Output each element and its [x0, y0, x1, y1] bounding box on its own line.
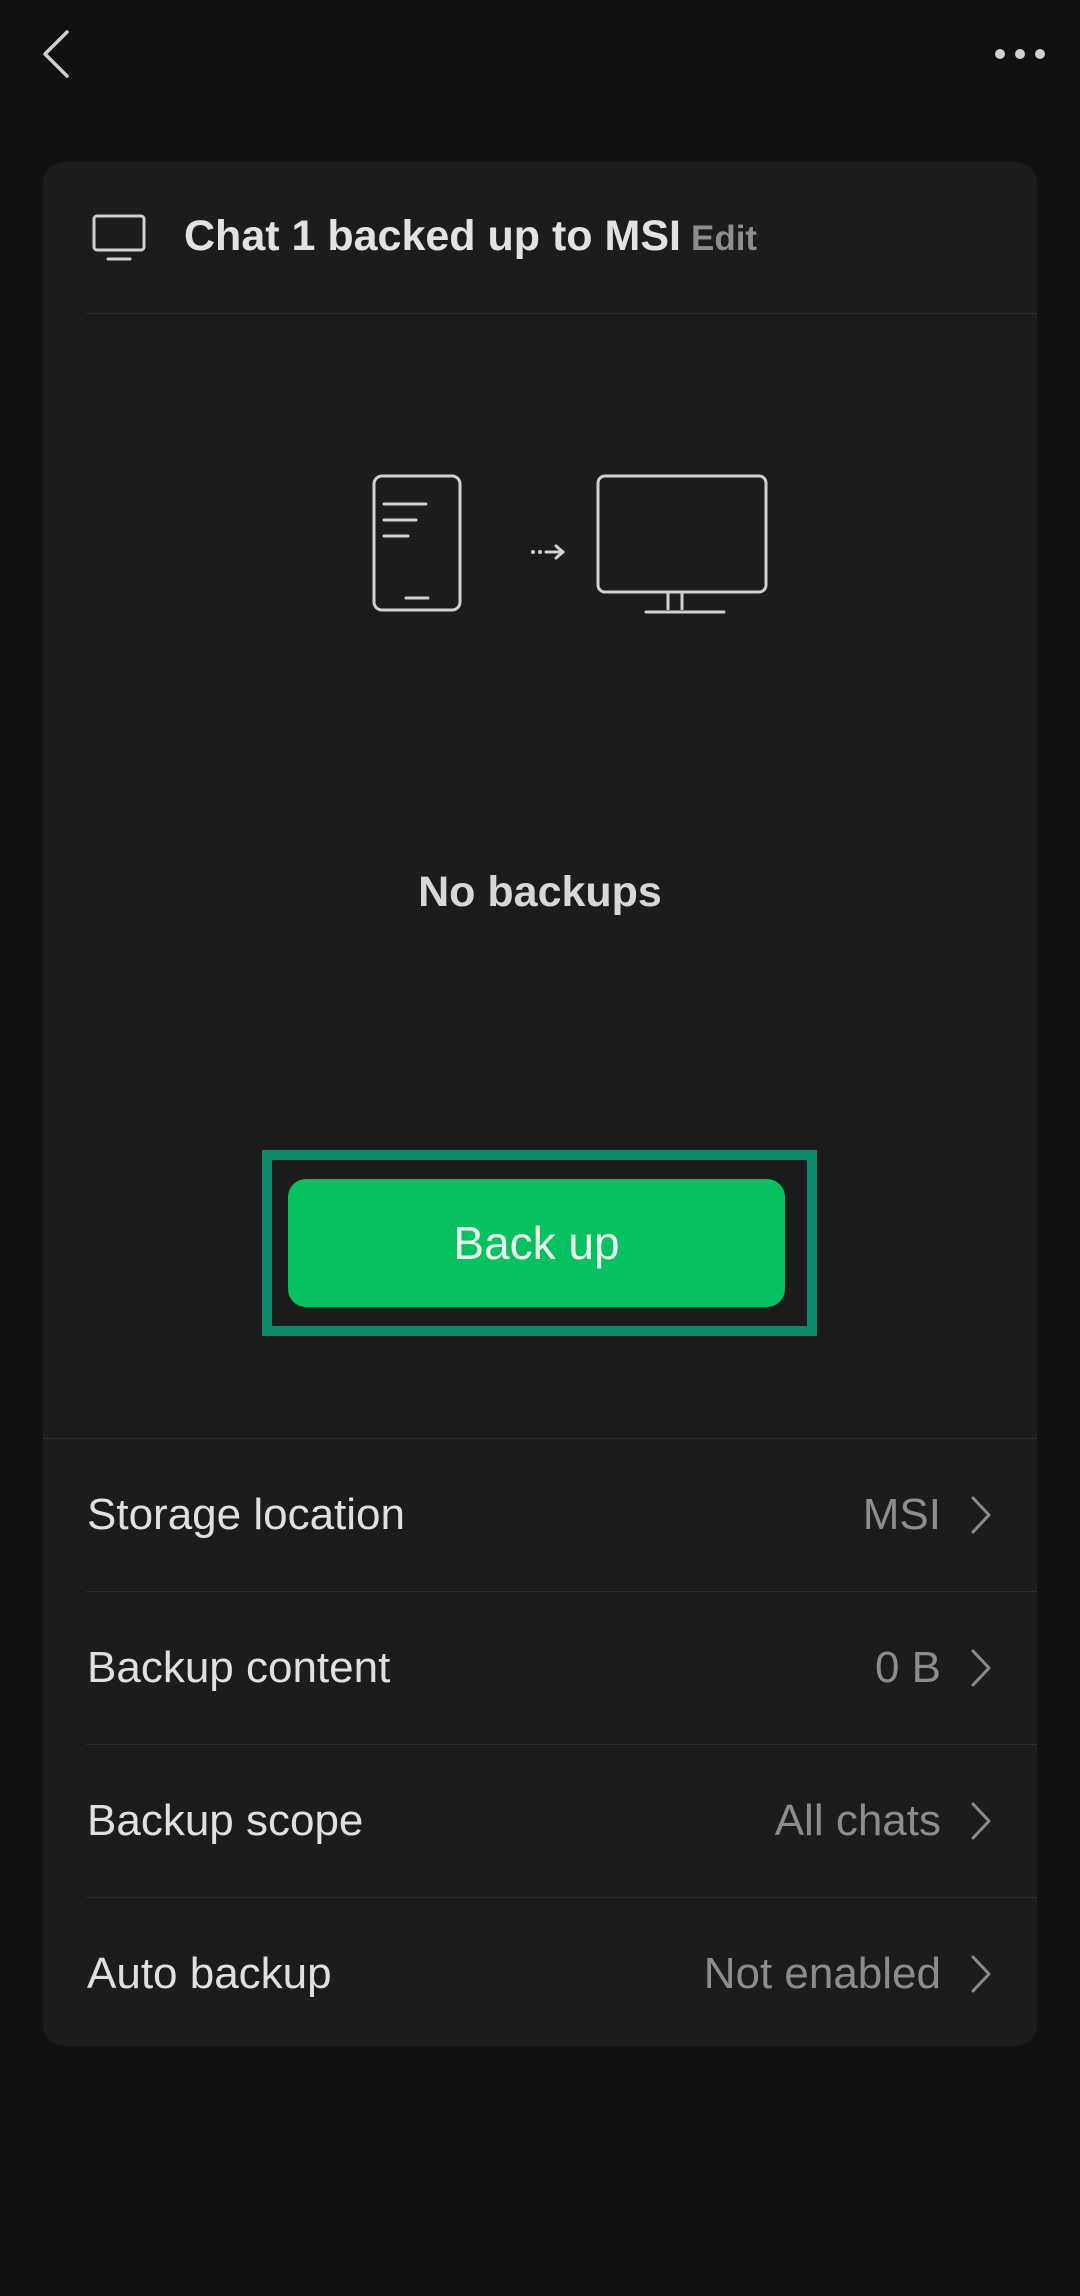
top-bar [0, 0, 1080, 110]
backup-title: Chat 1 backed up to MSI Edit [184, 212, 757, 261]
auto-backup-row[interactable]: Auto backup Not enabled [43, 1898, 1037, 2046]
storage-location-label: Storage location [87, 1490, 405, 1539]
card-header: Chat 1 backed up to MSI Edit [43, 162, 1037, 314]
chevron-right-icon [971, 1496, 991, 1534]
phone-to-computer-illustration [372, 474, 768, 614]
backup-button-frame: Back up [262, 1150, 817, 1336]
backup-title-text: Chat 1 backed up to MSI [184, 212, 681, 260]
backup-content-row[interactable]: Backup content 0 B [43, 1592, 1037, 1744]
storage-location-value: MSI [862, 1490, 941, 1539]
chevron-right-icon [971, 1955, 991, 1993]
arrow-right-icon [531, 544, 565, 560]
storage-location-row[interactable]: Storage location MSI [43, 1439, 1037, 1591]
phone-icon [372, 474, 462, 612]
back-button[interactable] [28, 22, 84, 86]
backup-scope-value: All chats [774, 1796, 941, 1845]
edit-link[interactable]: Edit [691, 219, 757, 258]
backup-scope-row[interactable]: Backup scope All chats [43, 1745, 1037, 1897]
chevron-right-icon [971, 1649, 991, 1687]
monitor-icon [92, 214, 146, 261]
backup-content-value: 0 B [874, 1643, 941, 1692]
backup-screen: Chat 1 backed up to MSI Edit No backups … [0, 0, 1080, 2296]
more-options-button[interactable] [988, 28, 1052, 80]
backup-scope-label: Backup scope [87, 1796, 364, 1845]
auto-backup-label: Auto backup [87, 1949, 332, 1998]
back-up-button[interactable]: Back up [288, 1179, 785, 1307]
backup-content-label: Backup content [87, 1643, 391, 1692]
no-backups-label: No backups [418, 868, 662, 916]
chevron-right-icon [971, 1802, 991, 1840]
header-divider [86, 313, 1037, 314]
monitor-icon [596, 474, 768, 614]
chevron-left-icon [43, 30, 69, 78]
more-horizontal-icon [995, 49, 1045, 59]
auto-backup-value: Not enabled [703, 1949, 941, 1998]
backup-card: Chat 1 backed up to MSI Edit No backups … [43, 162, 1037, 2046]
